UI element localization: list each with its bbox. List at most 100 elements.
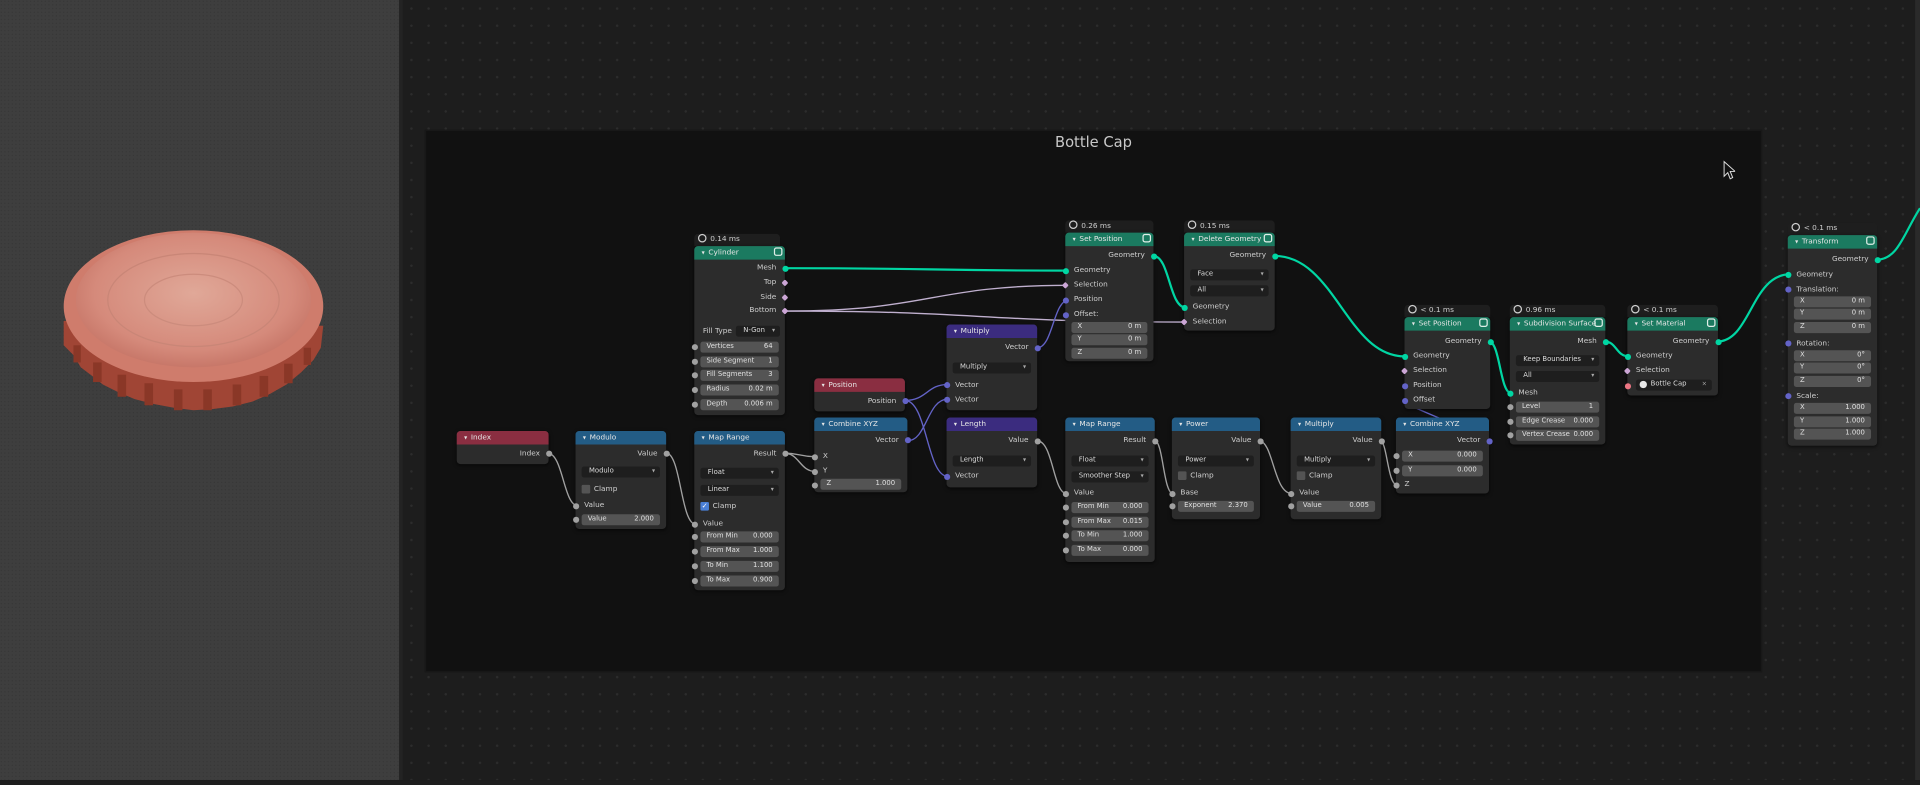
input-socket[interactable] bbox=[691, 343, 698, 350]
output-socket[interactable] bbox=[904, 436, 911, 443]
input-socket[interactable] bbox=[1062, 532, 1069, 539]
operation-dropdown[interactable]: Modulo ▾ bbox=[581, 466, 661, 478]
input-socket[interactable] bbox=[1287, 502, 1294, 509]
collapse-chevron-icon[interactable]: ▾ bbox=[1517, 321, 1520, 328]
input-socket[interactable] bbox=[1401, 382, 1408, 389]
node-header[interactable]: ▾ Map Range bbox=[694, 431, 785, 445]
node-header[interactable]: ▾ Delete Geometry bbox=[1184, 232, 1275, 247]
to-max-field[interactable]: To Max 0.900 bbox=[700, 575, 779, 587]
input-socket[interactable] bbox=[811, 453, 818, 460]
input-socket[interactable] bbox=[1784, 339, 1791, 346]
collapse-chevron-icon[interactable]: ▾ bbox=[1635, 321, 1638, 328]
output-socket[interactable] bbox=[1874, 256, 1881, 263]
vertices-field[interactable]: Vertices 64 bbox=[700, 341, 779, 353]
input-socket[interactable] bbox=[691, 562, 698, 569]
operation-dropdown[interactable]: Multiply ▾ bbox=[952, 362, 1032, 374]
input-socket[interactable] bbox=[1392, 467, 1399, 474]
input-socket[interactable] bbox=[691, 521, 698, 528]
from-max-field[interactable]: From Max 1.000 bbox=[700, 546, 779, 558]
input-socket[interactable] bbox=[1506, 431, 1513, 438]
3d-viewport[interactable] bbox=[0, 0, 400, 781]
input-socket[interactable] bbox=[1168, 490, 1175, 497]
x-field[interactable]: X 0.000 bbox=[1402, 450, 1483, 462]
output-socket[interactable] bbox=[1256, 437, 1264, 444]
node-header[interactable]: ▾ Set Position bbox=[1065, 232, 1154, 247]
rotation-z-field[interactable]: Z 0° bbox=[1793, 375, 1872, 387]
collapse-chevron-icon[interactable]: ▾ bbox=[702, 250, 705, 257]
y-field[interactable]: Y 0.000 bbox=[1402, 465, 1483, 477]
collapse-chevron-icon[interactable]: ▾ bbox=[702, 435, 705, 442]
node-set-position-2[interactable]: ▾ Set Position Geometry Geometry Selectio… bbox=[1401, 317, 1494, 409]
output-socket[interactable] bbox=[1485, 437, 1493, 444]
input-socket[interactable] bbox=[1168, 502, 1175, 509]
input-socket[interactable] bbox=[691, 371, 698, 378]
collapse-chevron-icon[interactable]: ▾ bbox=[1298, 421, 1301, 428]
input-socket[interactable] bbox=[691, 547, 698, 555]
from-min-field[interactable]: From Min 0.000 bbox=[700, 531, 779, 543]
input-socket[interactable] bbox=[1062, 296, 1069, 304]
node-header[interactable]: ▾ Power bbox=[1171, 417, 1261, 432]
vertex-crease-field[interactable]: Vertex Crease 0.000 bbox=[1515, 429, 1600, 441]
input-socket[interactable] bbox=[1062, 311, 1069, 318]
operation-dropdown[interactable]: Power ▾ bbox=[1177, 455, 1254, 467]
to-min-field[interactable]: To Min 1.100 bbox=[700, 560, 779, 572]
fill-type-dropdown[interactable]: N-Gon ▾ bbox=[735, 325, 781, 337]
level-field[interactable]: Level 1 bbox=[1515, 401, 1600, 413]
collapse-chevron-icon[interactable]: ▾ bbox=[954, 421, 957, 428]
input-socket[interactable] bbox=[1624, 353, 1631, 360]
output-socket[interactable] bbox=[901, 397, 908, 404]
output-socket[interactable] bbox=[1151, 437, 1158, 444]
node-header[interactable]: ▾ Length bbox=[946, 417, 1038, 432]
node-cylinder[interactable]: ▾ Cylinder Mesh Top Side Bottom Fill Type… bbox=[691, 246, 789, 416]
node-subdivision-surface[interactable]: ▾ Subdivision Surface Mesh Keep Boundarie… bbox=[1506, 317, 1609, 445]
interpolation-dropdown[interactable]: Linear ▾ bbox=[700, 484, 779, 496]
edge-crease-field[interactable]: Edge Crease 0.000 bbox=[1515, 416, 1600, 428]
depth-field[interactable]: Depth 0.006 m bbox=[700, 399, 779, 411]
node-multiply[interactable]: ▾ Multiply Value Multiply ▾ Clamp Value Va… bbox=[1287, 417, 1385, 520]
collapse-chevron-icon[interactable]: ▾ bbox=[1179, 421, 1182, 428]
output-socket[interactable] bbox=[1034, 344, 1041, 351]
collapse-chevron-icon[interactable]: ▾ bbox=[1073, 421, 1076, 428]
collapse-chevron-icon[interactable]: ▾ bbox=[1403, 421, 1406, 428]
node-header[interactable]: ▾ Transform bbox=[1787, 235, 1878, 249]
input-socket[interactable] bbox=[1062, 518, 1069, 525]
editor-scrollbar[interactable] bbox=[1915, 0, 1920, 781]
clamp-checkbox[interactable]: Clamp bbox=[581, 484, 617, 495]
offset-y-field[interactable]: Y0 m bbox=[1071, 334, 1148, 346]
node-transform[interactable]: ▾ Transform Geometry Geometry Translation… bbox=[1784, 235, 1881, 446]
operation-dropdown[interactable]: Length ▾ bbox=[952, 455, 1032, 467]
node-header[interactable]: ▾ Cylinder bbox=[694, 246, 785, 260]
output-socket[interactable] bbox=[1034, 437, 1041, 444]
input-socket[interactable] bbox=[1062, 546, 1069, 553]
from-min-field[interactable]: From Min 0.000 bbox=[1071, 502, 1149, 514]
translation-z-field[interactable]: Z0 m bbox=[1793, 322, 1872, 334]
value-field[interactable]: Value 0.005 bbox=[1296, 500, 1376, 512]
input-socket[interactable] bbox=[1784, 285, 1791, 293]
output-socket[interactable] bbox=[781, 265, 788, 272]
boundary-smooth-dropdown[interactable]: All ▾ bbox=[1515, 371, 1600, 383]
uv-smooth-dropdown[interactable]: Keep Boundaries ▾ bbox=[1515, 355, 1600, 367]
scale-y-field[interactable]: Y 1.000 bbox=[1793, 416, 1872, 428]
input-socket[interactable] bbox=[572, 516, 579, 523]
output-socket[interactable] bbox=[1271, 252, 1278, 259]
input-socket[interactable] bbox=[1062, 503, 1069, 511]
input-socket[interactable] bbox=[691, 386, 698, 393]
node-header[interactable]: ▾ Subdivision Surface bbox=[1509, 317, 1606, 331]
exponent-field[interactable]: Exponent 2.370 bbox=[1177, 500, 1254, 512]
output-socket[interactable] bbox=[663, 450, 670, 457]
input-socket[interactable] bbox=[1392, 452, 1399, 459]
clamp-checkbox[interactable]: ✓ Clamp bbox=[700, 501, 736, 512]
node-delete-geometry[interactable]: ▾ Delete Geometry Geometry Face ▾ All ▾ Geo… bbox=[1180, 232, 1278, 331]
output-socket[interactable] bbox=[1602, 338, 1609, 345]
input-socket[interactable] bbox=[1784, 271, 1791, 278]
input-socket[interactable] bbox=[811, 481, 818, 488]
output-socket[interactable] bbox=[781, 450, 788, 457]
value-field[interactable]: Value 2.000 bbox=[581, 514, 661, 526]
node-set-position[interactable]: ▾ Set Position Geometry Geometry Selectio… bbox=[1061, 232, 1157, 362]
collapse-chevron-icon[interactable]: ▾ bbox=[954, 328, 957, 335]
node-index[interactable]: ▾ Index Index bbox=[456, 431, 552, 465]
clamp-checkbox[interactable]: Clamp bbox=[1177, 470, 1214, 481]
node-power[interactable]: ▾ Power Value Power ▾ Clamp Base Exponent 2… bbox=[1168, 417, 1264, 520]
input-socket[interactable] bbox=[1401, 353, 1408, 360]
node-header[interactable]: ▾ Multiply bbox=[946, 324, 1038, 338]
